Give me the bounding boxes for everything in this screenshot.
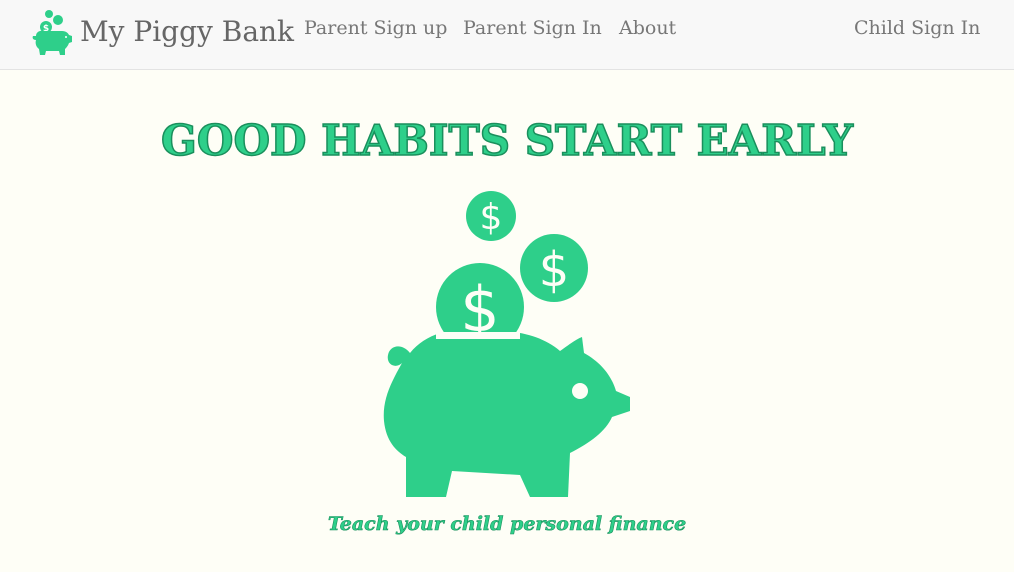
coin-small-symbol: $ (480, 197, 503, 238)
coin-medium-icon: $ (520, 234, 588, 302)
piggy-bank-logo-icon: $ (32, 10, 72, 55)
piggy-bank-icon (383, 331, 630, 497)
coin-medium-symbol: $ (539, 242, 570, 298)
brand-name: My Piggy Bank (80, 14, 295, 48)
parent-sign-up-link[interactable]: Parent Sign up (304, 17, 447, 39)
hero-tagline: Teach your child personal finance (327, 513, 687, 536)
about-link[interactable]: About (619, 17, 676, 39)
hero-headline: GOOD HABITS START EARLY (160, 115, 853, 166)
brand-link[interactable]: $ My Piggy Bank (30, 6, 294, 56)
top-navbar: $ My Piggy Bank Parent Sign up Parent Si… (0, 0, 1014, 70)
coin-small-icon: $ (466, 191, 516, 241)
child-sign-in-link[interactable]: Child Sign In (854, 17, 980, 39)
parent-sign-in-link[interactable]: Parent Sign In (463, 17, 602, 39)
piggy-bank-coins-illustration: $ $ $ (383, 191, 630, 497)
